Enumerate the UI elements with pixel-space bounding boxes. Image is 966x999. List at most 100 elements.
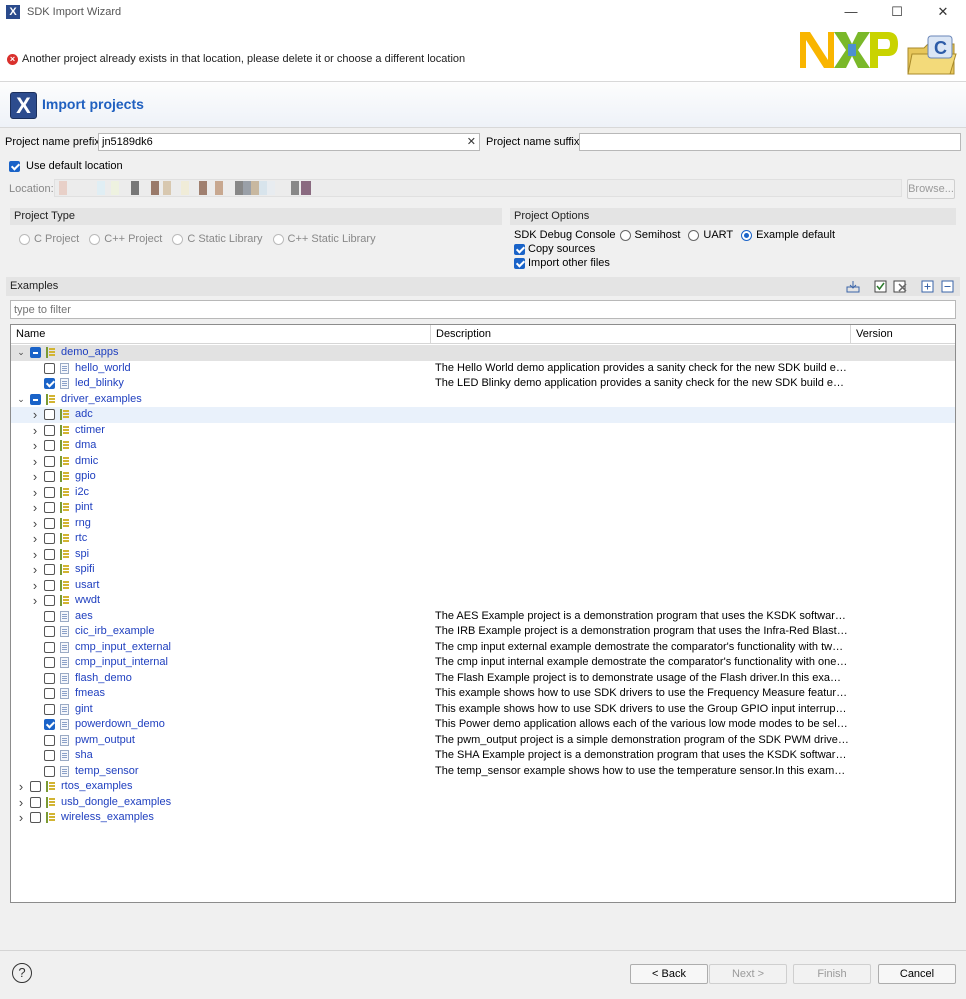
- tree-row[interactable]: hello_world The Hello World demo applicat…: [11, 361, 955, 377]
- select-all-icon[interactable]: [873, 280, 887, 293]
- import-archive-icon[interactable]: [846, 280, 860, 293]
- back-button[interactable]: < Back: [630, 964, 708, 984]
- radio-c-static-lib[interactable]: [172, 233, 184, 245]
- row-checkbox[interactable]: [44, 579, 55, 591]
- tree-row[interactable]: › ctimer: [11, 423, 955, 439]
- chevron-right-icon[interactable]: ›: [30, 500, 40, 515]
- row-checkbox[interactable]: [44, 548, 55, 560]
- row-checkbox[interactable]: [44, 409, 55, 420]
- tree-row[interactable]: cmp_input_external The cmp input external…: [11, 640, 955, 656]
- tree-row[interactable]: › wwdt: [11, 593, 955, 609]
- expand-all-icon[interactable]: [920, 280, 934, 293]
- row-checkbox[interactable]: [44, 362, 55, 374]
- chevron-right-icon[interactable]: ›: [30, 407, 40, 422]
- tree-row[interactable]: › i2c: [11, 485, 955, 501]
- chevron-right-icon[interactable]: ›: [30, 562, 40, 577]
- column-name[interactable]: Name: [11, 325, 431, 344]
- next-button[interactable]: Next >: [709, 964, 787, 984]
- row-checkbox[interactable]: [44, 610, 55, 622]
- maximize-button[interactable]: ☐: [874, 0, 920, 24]
- close-button[interactable]: ✕: [920, 0, 966, 24]
- tree-row[interactable]: sha The SHA Example project is a demonstr…: [11, 748, 955, 764]
- chevron-right-icon[interactable]: ›: [30, 485, 40, 500]
- row-checkbox[interactable]: [44, 734, 55, 746]
- cancel-button[interactable]: Cancel: [878, 964, 956, 984]
- tree-row[interactable]: cic_irb_example The IRB Example project i…: [11, 624, 955, 640]
- tree-row[interactable]: › usb_dongle_examples: [11, 795, 955, 811]
- tree-row[interactable]: › spifi: [11, 562, 955, 578]
- chevron-down-icon[interactable]: ⌄: [16, 345, 26, 360]
- row-checkbox[interactable]: [30, 781, 41, 792]
- help-icon[interactable]: ?: [12, 963, 32, 983]
- radio-cpp-project[interactable]: [89, 233, 101, 245]
- row-checkbox[interactable]: [44, 657, 55, 668]
- suffix-input[interactable]: [579, 133, 961, 151]
- tree-row[interactable]: › wireless_examples: [11, 810, 955, 826]
- row-checkbox[interactable]: [44, 502, 55, 513]
- chevron-right-icon[interactable]: ›: [30, 423, 40, 438]
- row-checkbox[interactable]: [44, 595, 55, 606]
- tree-row[interactable]: › gpio: [11, 469, 955, 485]
- chevron-right-icon[interactable]: ›: [30, 578, 40, 593]
- minimize-button[interactable]: —: [828, 0, 874, 24]
- radio-cpp-static-lib[interactable]: [272, 233, 284, 245]
- chevron-right-icon[interactable]: ›: [16, 810, 26, 825]
- chevron-down-icon[interactable]: ⌄: [16, 392, 26, 407]
- row-checkbox[interactable]: [44, 455, 55, 467]
- row-checkbox[interactable]: [44, 378, 55, 389]
- tree-row[interactable]: led_blinky The LED Blinky demo applicatio…: [11, 376, 955, 392]
- row-checkbox[interactable]: [44, 703, 55, 715]
- clear-icon[interactable]: ✕: [467, 134, 476, 150]
- tree-row[interactable]: › rng: [11, 516, 955, 532]
- tree-row[interactable]: › rtos_examples: [11, 779, 955, 795]
- tree-row[interactable]: › spi: [11, 547, 955, 563]
- default-location-checkbox[interactable]: [9, 160, 20, 172]
- collapse-all-icon[interactable]: [940, 280, 954, 293]
- row-checkbox[interactable]: [30, 393, 41, 405]
- chevron-right-icon[interactable]: ›: [30, 454, 40, 469]
- tree-row[interactable]: pwm_output The pwm_output project is a si…: [11, 733, 955, 749]
- tree-row[interactable]: › pint: [11, 500, 955, 516]
- filter-input[interactable]: [10, 300, 956, 319]
- column-description[interactable]: Description: [431, 325, 851, 344]
- chevron-right-icon[interactable]: ›: [30, 438, 40, 453]
- tree-row[interactable]: ⌄ demo_apps: [11, 345, 955, 361]
- row-checkbox[interactable]: [44, 765, 55, 777]
- row-checkbox[interactable]: [44, 424, 55, 436]
- tree-row[interactable]: temp_sensor The temp_sensor example shows…: [11, 764, 955, 780]
- tree-row[interactable]: cmp_input_internal The cmp input internal…: [11, 655, 955, 671]
- tree-row[interactable]: › rtc: [11, 531, 955, 547]
- row-checkbox[interactable]: [30, 796, 41, 808]
- tree-row[interactable]: aes The AES Example project is a demonstr…: [11, 609, 955, 625]
- row-checkbox[interactable]: [44, 486, 55, 498]
- row-checkbox[interactable]: [30, 812, 41, 823]
- row-checkbox[interactable]: [44, 564, 55, 575]
- row-checkbox[interactable]: [44, 688, 55, 699]
- radio-uart[interactable]: [688, 229, 700, 241]
- row-checkbox[interactable]: [44, 471, 55, 482]
- column-version[interactable]: Version: [851, 325, 955, 344]
- tree-row[interactable]: › adc: [11, 407, 955, 423]
- row-checkbox[interactable]: [44, 533, 55, 544]
- row-checkbox[interactable]: [30, 347, 41, 358]
- deselect-all-icon[interactable]: [893, 280, 907, 293]
- row-checkbox[interactable]: [44, 672, 55, 684]
- tree-row[interactable]: gint This example shows how to use SDK dr…: [11, 702, 955, 718]
- radio-semihost[interactable]: [619, 229, 631, 241]
- tree-row[interactable]: fmeas This example shows how to use SDK d…: [11, 686, 955, 702]
- chevron-right-icon[interactable]: ›: [16, 795, 26, 810]
- chevron-right-icon[interactable]: ›: [30, 531, 40, 546]
- tree-row[interactable]: › dmic: [11, 454, 955, 470]
- finish-button[interactable]: Finish: [793, 964, 871, 984]
- row-checkbox[interactable]: [44, 641, 55, 653]
- row-checkbox[interactable]: [44, 517, 55, 529]
- copy-sources-checkbox[interactable]: [514, 243, 525, 255]
- tree-row[interactable]: › dma: [11, 438, 955, 454]
- row-checkbox[interactable]: [44, 626, 55, 637]
- chevron-right-icon[interactable]: ›: [16, 779, 26, 794]
- prefix-input[interactable]: jn5189dk6 ✕: [98, 133, 480, 151]
- radio-example-default[interactable]: [741, 229, 753, 241]
- chevron-right-icon[interactable]: ›: [30, 516, 40, 531]
- tree-row[interactable]: › usart: [11, 578, 955, 594]
- import-other-checkbox[interactable]: [514, 257, 525, 269]
